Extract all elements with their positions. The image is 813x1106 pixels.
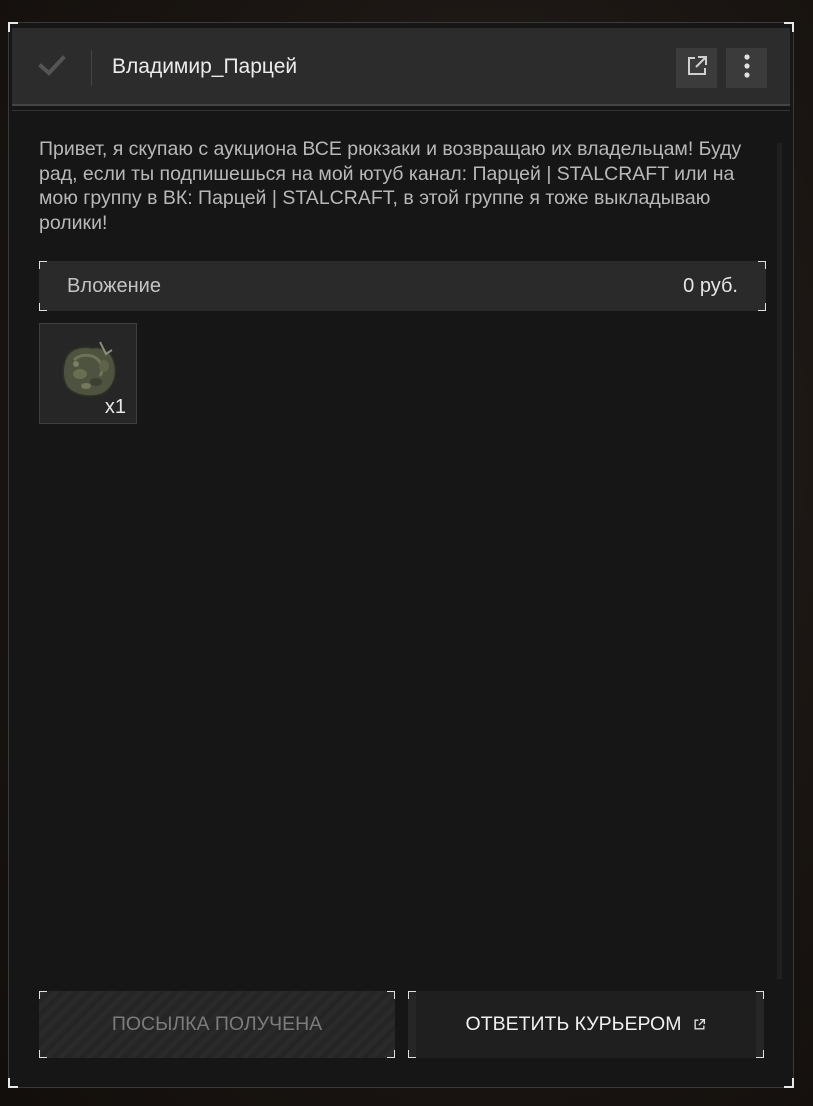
attachment-bar: Вложение 0 руб.: [39, 261, 766, 311]
corner-decoration: [784, 1078, 794, 1088]
item-slot[interactable]: x1: [39, 323, 137, 424]
attachment-label: Вложение: [67, 275, 161, 297]
header-divider: [91, 50, 92, 86]
open-external-button[interactable]: [676, 48, 717, 88]
reply-courier-button[interactable]: ОТВЕТИТЬ КУРЬЕРОМ: [408, 991, 764, 1058]
corner-decoration: [8, 1078, 18, 1088]
sender-name: Владимир_Парцей: [112, 55, 298, 78]
more-options-button[interactable]: [726, 48, 767, 88]
backpack-icon: [56, 338, 122, 405]
message-body: Привет, я скупаю с аукциона ВСЕ рюкзаки …: [39, 138, 742, 234]
package-received-label: ПОСЫЛКА ПОЛУЧЕНА: [111, 1013, 323, 1035]
mail-header: Владимир_Парцей: [12, 28, 790, 106]
reply-courier-label: ОТВЕТИТЬ КУРЬЕРОМ: [465, 1013, 682, 1035]
external-link-icon: [693, 1018, 706, 1031]
external-link-icon: [685, 54, 709, 83]
header-underline: [12, 110, 790, 111]
more-vertical-icon: [743, 53, 751, 84]
package-received-button[interactable]: ПОСЫЛКА ПОЛУЧЕНА: [39, 991, 395, 1058]
item-quantity: x1: [104, 396, 126, 418]
mail-panel: Владимир_Парцей Привет, я скупаю с аукци: [8, 22, 794, 1088]
check-icon[interactable]: [12, 28, 92, 104]
scrollbar[interactable]: [777, 143, 782, 979]
attachment-value: 0 руб.: [683, 275, 738, 297]
